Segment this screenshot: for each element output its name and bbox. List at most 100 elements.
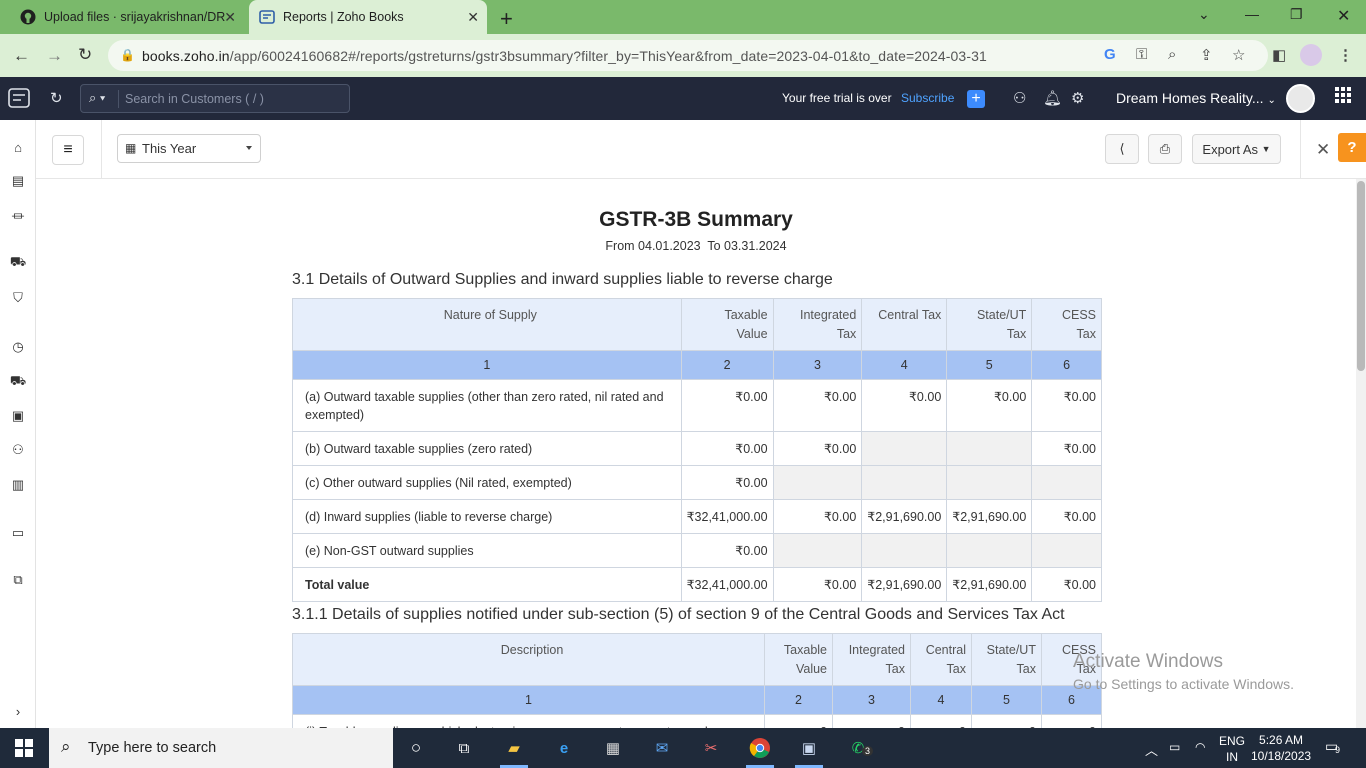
share-page-icon[interactable]: ⇪ — [1200, 46, 1213, 64]
cell-value[interactable]: ₹0.00 — [1031, 431, 1102, 466]
cell-value[interactable]: ₹0.00 — [772, 499, 863, 534]
restore-icon[interactable]: ❐ — [1290, 6, 1303, 23]
search-input[interactable]: Search in Customers ( / ) — [125, 92, 264, 106]
search-box[interactable]: ⌕ ▾ Search in Customers ( / ) — [80, 84, 350, 113]
eway-bill-truck-icon[interactable]: ⛟ — [9, 373, 27, 391]
cell-value[interactable]: ₹2,91,690.00 — [861, 499, 948, 534]
browser-menu-icon[interactable]: ⋮ — [1338, 46, 1353, 64]
chrome-icon[interactable] — [747, 736, 773, 760]
period-select[interactable]: ▦ This Year — [117, 134, 261, 163]
edge-icon[interactable]: e — [551, 736, 577, 760]
new-tab-icon[interactable]: + — [500, 6, 513, 32]
share-button[interactable]: ⟨ — [1105, 134, 1139, 164]
user-avatar[interactable] — [1286, 84, 1315, 113]
forward-icon[interactable]: → — [46, 46, 63, 66]
activate-windows-title: Activate Windows — [1073, 651, 1223, 672]
quick-create-button[interactable]: + — [967, 90, 985, 108]
banking-icon[interactable]: ⏛ — [9, 206, 27, 224]
browser-tab-zoho[interactable]: Reports | Zoho Books ✕ — [249, 0, 487, 34]
zoho-books-logo-icon[interactable] — [8, 88, 30, 112]
language-code: ENG — [1219, 734, 1246, 748]
cell-value[interactable]: ₹0.00 — [861, 379, 948, 432]
gst-filing-icon[interactable]: ▣ — [9, 407, 27, 425]
app-grid-icon[interactable] — [1335, 87, 1351, 108]
cell-value[interactable]: ₹0.00 — [680, 431, 774, 466]
cell-value[interactable]: ₹0.00 — [680, 379, 774, 432]
taskbar-search-input[interactable]: Type here to search — [88, 740, 216, 756]
microsoft-store-icon[interactable]: ▦ — [600, 736, 626, 760]
users-icon[interactable]: ⚇ — [1013, 89, 1026, 107]
notification-center-icon[interactable]: ▭ 9 — [1325, 738, 1340, 755]
remote-desktop-icon[interactable]: ▣ — [796, 736, 822, 760]
snipping-tool-icon[interactable]: ✂ — [698, 736, 724, 760]
column-header: Central Tax — [910, 633, 972, 686]
cell-value[interactable]: ₹0.00 — [1031, 499, 1102, 534]
tab-search-icon[interactable]: ⌄ — [1198, 6, 1210, 23]
wifi-icon[interactable]: ◠ — [1195, 740, 1205, 754]
reports-chart-icon[interactable]: ▥ — [9, 476, 27, 494]
show-hidden-icons-icon[interactable]: ︿ — [1145, 740, 1158, 759]
side-panel-icon[interactable]: ◧ — [1272, 46, 1286, 64]
help-button[interactable]: ? — [1338, 133, 1366, 162]
task-view-icon[interactable]: ⧉ — [451, 736, 477, 760]
expand-sidebar-icon[interactable]: › — [9, 702, 27, 720]
browser-tab-github[interactable]: Upload files · srijayakrishnan/DR ✕ — [10, 0, 244, 34]
print-button[interactable]: ⎙ — [1148, 134, 1182, 164]
key-icon[interactable]: ⚿ — [1136, 46, 1147, 63]
cell-value[interactable]: ₹0.00 — [1031, 379, 1102, 432]
cell-value[interactable]: ₹0.00 — [680, 465, 774, 500]
profile-avatar-icon[interactable] — [1300, 44, 1322, 66]
accountant-icon[interactable]: ⚇ — [9, 441, 27, 459]
cell-value[interactable]: 0 — [832, 714, 911, 728]
search-icon[interactable]: ⌕ ▾ — [89, 90, 105, 106]
cell-value[interactable]: 0 — [764, 714, 834, 728]
google-icon[interactable]: G — [1104, 46, 1116, 63]
taskbar-clock[interactable]: 5:26 AM 10/18/2023 — [1251, 732, 1311, 764]
close-tab-icon[interactable]: ✕ — [467, 9, 479, 26]
cell-value[interactable]: ₹0.00 — [772, 431, 863, 466]
cortana-icon[interactable]: ○ — [403, 736, 429, 760]
sales-cart-icon[interactable]: ⛟ — [9, 254, 27, 272]
url-text[interactable]: books.zoho.in/app/60024160682#/reports/g… — [142, 48, 987, 64]
zoom-icon[interactable]: ⌕ — [1168, 46, 1176, 63]
lock-icon[interactable]: 🔒 — [120, 48, 135, 62]
time-tracking-icon[interactable]: ◷ — [9, 338, 27, 356]
settings-gear-icon[interactable]: ⚙ — [1071, 89, 1084, 107]
whatsapp-icon[interactable]: ✆ 3 — [845, 736, 874, 760]
recent-activity-icon[interactable]: ↻ — [50, 89, 63, 107]
file-explorer-icon[interactable]: ▰ — [501, 736, 527, 760]
close-tab-icon[interactable]: ✕ — [224, 9, 236, 26]
purchases-bag-icon[interactable]: ⛉ — [9, 289, 27, 307]
taskbar-search-box[interactable]: ⌕ Type here to search — [49, 728, 393, 768]
cell-value[interactable]: ₹0.00 — [946, 379, 1033, 432]
home-icon[interactable]: ⌂ — [9, 138, 27, 156]
cell-value[interactable]: ₹2,91,690.00 — [946, 499, 1033, 534]
organization-switcher[interactable]: Dream Homes Reality... ⌄ — [1116, 90, 1276, 106]
items-icon[interactable]: ▤ — [9, 172, 27, 190]
cell-value[interactable]: ₹32,41,000.00 — [680, 499, 774, 534]
reload-icon[interactable]: ↻ — [78, 45, 92, 65]
windows-start-icon[interactable] — [11, 736, 37, 760]
scrollbar-thumb[interactable] — [1357, 181, 1365, 371]
cell-value[interactable]: 0 — [970, 714, 1042, 728]
cell-value[interactable]: 0 — [910, 714, 972, 728]
back-icon[interactable]: ← — [13, 46, 30, 66]
language-indicator[interactable]: ENG IN — [1219, 733, 1245, 765]
battery-icon[interactable]: ▭ — [1169, 740, 1180, 754]
close-report-icon[interactable]: ✕ — [1316, 140, 1330, 160]
cell-value[interactable]: ₹0.00 — [680, 533, 774, 568]
config-icon[interactable]: ⧉ — [9, 571, 27, 589]
notifications-bell-icon[interactable]: 🔔︎ — [1043, 89, 1062, 107]
clock-date: 10/18/2023 — [1251, 749, 1312, 763]
mail-icon[interactable]: ✉ — [649, 736, 675, 760]
subscribe-link[interactable]: Subscribe — [901, 91, 954, 105]
close-window-icon[interactable]: ✕ — [1337, 6, 1350, 26]
minimize-icon[interactable]: — — [1245, 6, 1259, 22]
bookmark-star-icon[interactable]: ☆ — [1232, 46, 1245, 64]
report-menu-button[interactable]: ≡ — [52, 135, 84, 165]
cell-value[interactable]: 0 — [1040, 714, 1103, 728]
export-button[interactable]: Export As ▼ — [1192, 134, 1281, 164]
documents-folder-icon[interactable]: ▭ — [9, 524, 27, 542]
column-index: 1 — [292, 350, 682, 380]
cell-value[interactable]: ₹0.00 — [772, 379, 863, 432]
